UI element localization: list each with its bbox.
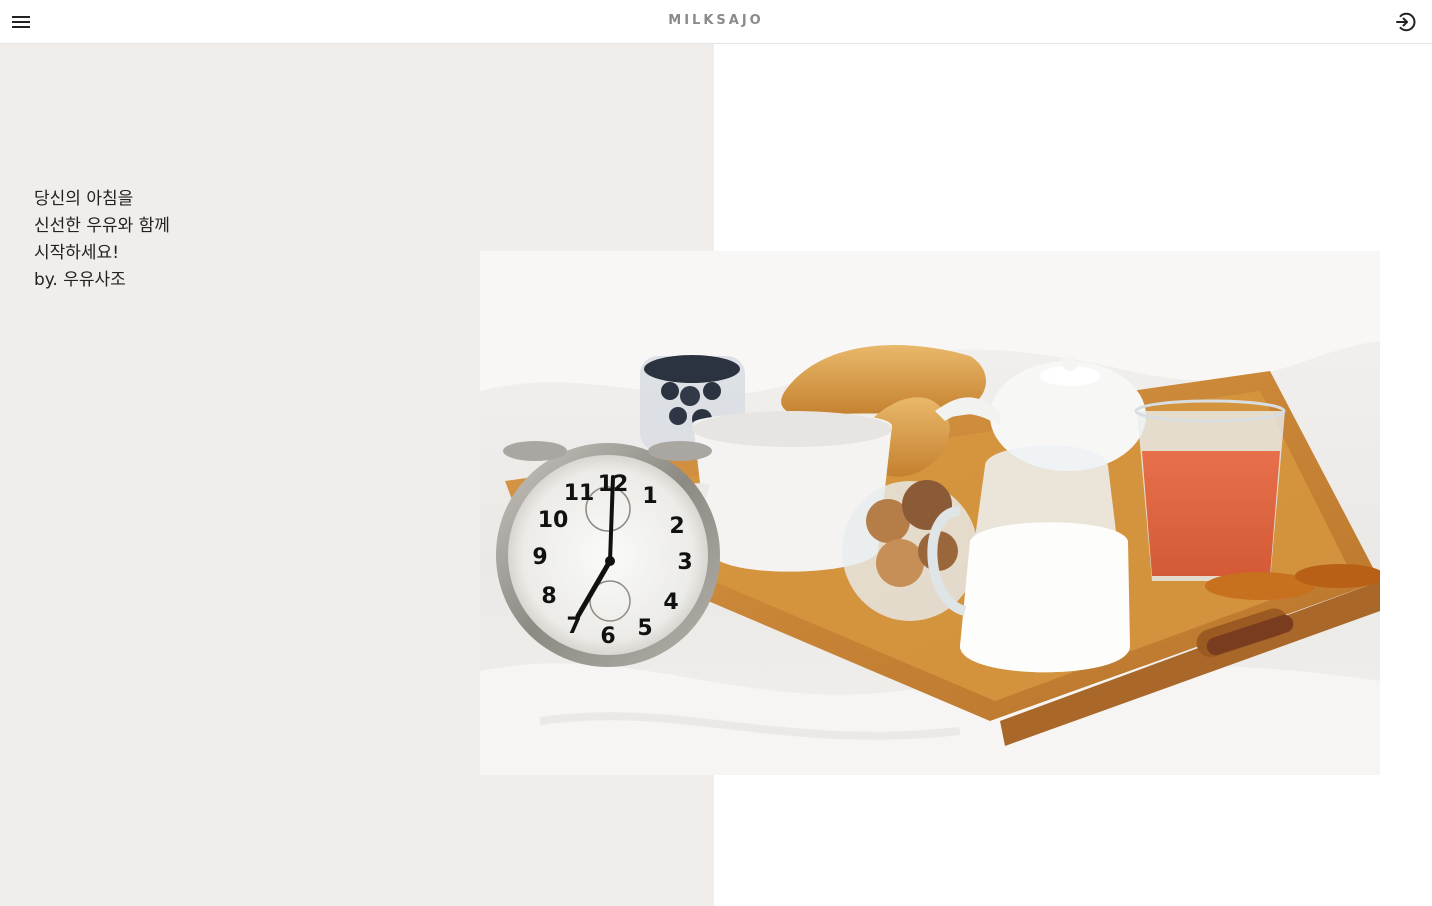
clock-number-1: 1 bbox=[642, 484, 657, 509]
clock-number-4: 4 bbox=[663, 590, 678, 615]
tagline-line: 당신의 아침을 bbox=[34, 189, 134, 209]
login-arrow-circle-icon bbox=[1396, 12, 1416, 32]
clock-number-10: 10 bbox=[538, 508, 569, 533]
hero-image-breakfast-tray: 12 1 2 3 4 5 6 7 8 9 10 11 bbox=[480, 251, 1380, 775]
clock-number-6: 6 bbox=[600, 624, 615, 649]
clock-number-5: 5 bbox=[637, 616, 652, 641]
top-header: MILKSAJO bbox=[0, 0, 1432, 44]
tagline-line: by. 우유사조 bbox=[34, 270, 126, 290]
tagline-line: 신선한 우유와 함께 bbox=[34, 216, 170, 236]
clock-number-11: 11 bbox=[564, 481, 595, 506]
clock-number-8: 8 bbox=[541, 584, 556, 609]
brand-logo[interactable]: MILKSAJO bbox=[0, 13, 1432, 28]
clock-number-3: 3 bbox=[677, 550, 692, 575]
tagline-line: 시작하세요! bbox=[34, 243, 120, 263]
breakfast-tray-photo: 12 1 2 3 4 5 6 7 8 9 10 11 bbox=[480, 251, 1380, 775]
clock-number-2: 2 bbox=[669, 514, 684, 539]
login-button[interactable] bbox=[1394, 11, 1416, 33]
hero-tagline: 당신의 아침을 신선한 우유와 함께 시작하세요! by. 우유사조 bbox=[34, 186, 170, 294]
clock-number-9: 9 bbox=[532, 545, 547, 570]
